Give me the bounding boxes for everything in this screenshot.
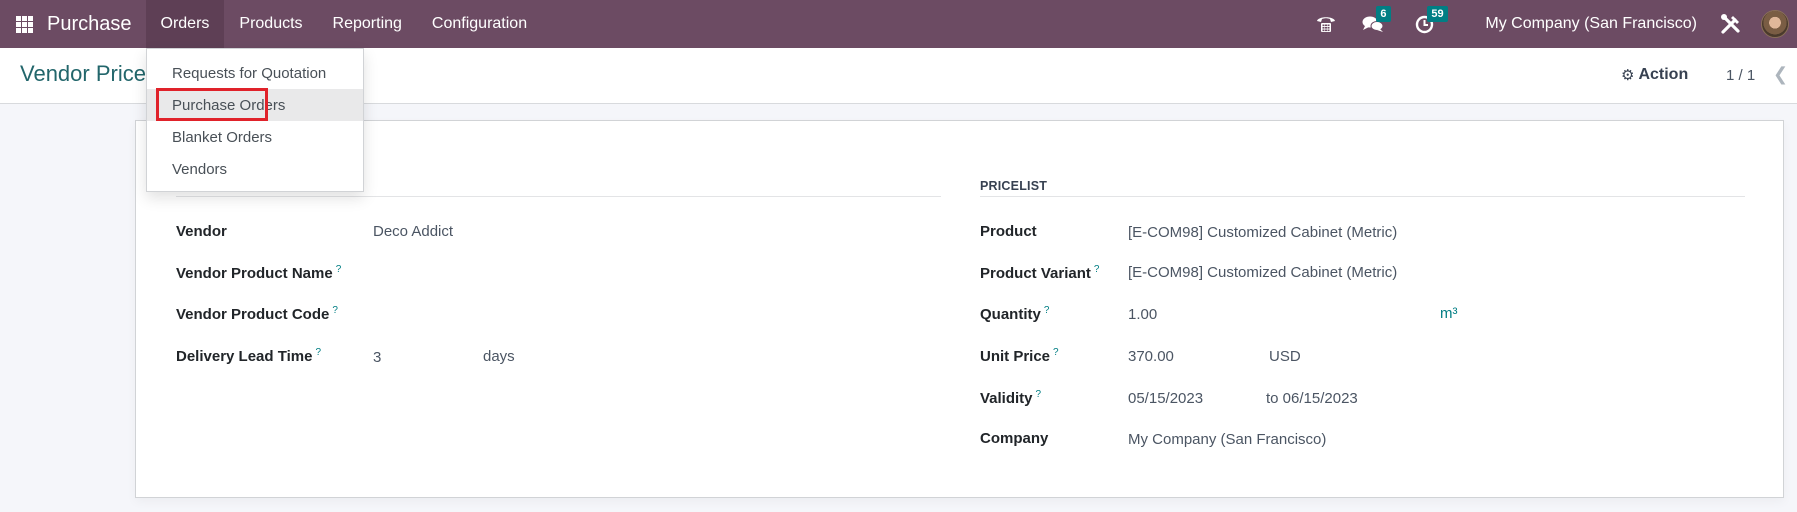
product-variant-label: Product Variant? [980, 264, 1100, 282]
action-button[interactable]: ⚙ Action [1621, 66, 1688, 84]
dropdown-item-purchase-orders[interactable]: Purchase Orders [147, 89, 363, 121]
vendor-label: Vendor [176, 223, 227, 240]
messages-badge: 6 [1376, 6, 1391, 22]
orders-dropdown-menu: Requests for Quotation Purchase Orders B… [146, 48, 364, 192]
quantity-input[interactable]: 1.00 [1128, 306, 1157, 323]
systray: 6 59 My Company (San Francisco) [1315, 0, 1797, 48]
delivery-lead-time-input[interactable]: 3 [373, 349, 381, 366]
main-navbar: Purchase Orders Products Reporting Confi… [0, 0, 1797, 48]
clock-icon[interactable]: 59 [1413, 6, 1448, 35]
chevron-left-icon[interactable]: ❮ [1773, 64, 1788, 85]
vendor-value[interactable]: Deco Addict [373, 223, 453, 240]
company-label: Company [980, 430, 1049, 447]
dropdown-item-blanket-orders[interactable]: Blanket Orders [147, 121, 363, 153]
pricelist-group-heading: PRICELIST [980, 121, 1745, 197]
delivery-lead-time-unit: days [483, 348, 515, 365]
currency-value[interactable]: USD [1269, 348, 1301, 365]
validity-end-date[interactable]: to 06/15/2023 [1266, 390, 1358, 407]
action-label: Action [1638, 66, 1689, 83]
help-tooltip-icon[interactable]: ? [1044, 305, 1050, 316]
pricelist-heading: PRICELIST [980, 179, 1048, 193]
dropdown-item-vendors[interactable]: Vendors [147, 153, 363, 185]
user-avatar[interactable] [1761, 10, 1789, 38]
company-value[interactable]: My Company (San Francisco) [1128, 431, 1326, 448]
vendor-product-code-label: Vendor Product Code? [176, 305, 338, 323]
unit-price-input[interactable]: 370.00 [1128, 348, 1174, 365]
help-tooltip-icon[interactable]: ? [332, 305, 338, 316]
menu-configuration[interactable]: Configuration [417, 0, 542, 48]
menu-products[interactable]: Products [224, 0, 317, 48]
apps-grid-icon[interactable] [0, 0, 48, 48]
validity-label: Validity? [980, 389, 1042, 407]
quantity-uom[interactable]: m³ [1440, 305, 1458, 322]
validity-start-date[interactable]: 05/15/2023 [1128, 390, 1203, 407]
app-brand[interactable]: Purchase [47, 13, 132, 36]
product-label: Product [980, 223, 1037, 240]
delivery-lead-time-label: Delivery Lead Time? [176, 347, 322, 365]
dropdown-item-requests-for-quotation[interactable]: Requests for Quotation [147, 57, 363, 89]
vendor-product-name-label: Vendor Product Name? [176, 264, 342, 282]
product-value[interactable]: [E-COM98] Customized Cabinet (Metric) [1128, 224, 1397, 241]
help-tooltip-icon[interactable]: ? [315, 347, 321, 358]
page-title[interactable]: Vendor Price [20, 61, 146, 87]
top-menu: Orders Products Reporting Configuration [145, 0, 543, 48]
phone-icon[interactable] [1315, 13, 1337, 35]
help-tooltip-icon[interactable]: ? [1036, 389, 1042, 400]
quantity-label: Quantity? [980, 305, 1050, 323]
company-switcher[interactable]: My Company (San Francisco) [1485, 15, 1697, 33]
help-tooltip-icon[interactable]: ? [336, 264, 342, 275]
pager-value[interactable]: 1 / 1 [1726, 67, 1755, 84]
form-sheet: Vendor Deco Addict Vendor Product Name? … [135, 120, 1784, 498]
help-tooltip-icon[interactable]: ? [1094, 264, 1100, 275]
activities-badge: 59 [1427, 6, 1448, 22]
gear-icon: ⚙ [1621, 67, 1635, 84]
product-variant-value[interactable]: [E-COM98] Customized Cabinet (Metric) [1128, 264, 1397, 281]
help-tooltip-icon[interactable]: ? [1053, 347, 1059, 358]
menu-reporting[interactable]: Reporting [318, 0, 417, 48]
unit-price-label: Unit Price? [980, 347, 1059, 365]
tools-icon[interactable] [1719, 12, 1743, 36]
menu-orders[interactable]: Orders [145, 0, 225, 48]
chat-icon[interactable]: 6 [1361, 6, 1391, 35]
pricelist-group: PRICELIST Product [E-COM98] Customized C… [980, 121, 1745, 448]
